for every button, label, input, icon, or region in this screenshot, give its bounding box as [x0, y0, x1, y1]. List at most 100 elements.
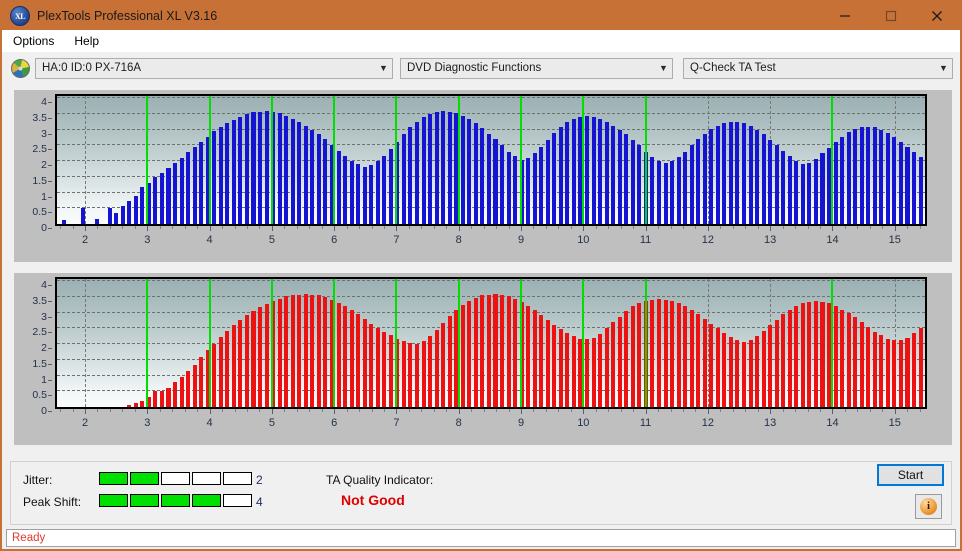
- x-axis-minor-tick: [682, 409, 684, 412]
- x-axis-tick: [770, 226, 772, 231]
- x-axis-minor-tick: [296, 226, 298, 229]
- selector-toolbar: HA:0 ID:0 PX-716A ▼ DVD Diagnostic Funct…: [2, 52, 960, 84]
- chart-bottom-x-axis: 2 3 4 5 6 7 8 9 10 11 12 13 14 15: [55, 409, 927, 439]
- x-axis-tick: [894, 226, 896, 231]
- chart-bar: [565, 333, 570, 407]
- chart-marker-line: [520, 96, 523, 224]
- minimize-icon[interactable]: [822, 2, 868, 30]
- chart-bar: [702, 319, 707, 407]
- chart-bar: [670, 300, 675, 407]
- chart-bar: [794, 305, 799, 407]
- y-axis-tick: [48, 379, 52, 381]
- x-axis-minor-tick: [658, 409, 660, 412]
- start-button[interactable]: Start: [877, 464, 944, 486]
- chart-bar: [526, 158, 531, 224]
- close-icon[interactable]: [914, 2, 960, 30]
- chart-bar: [552, 132, 557, 224]
- chart-bar: [127, 201, 132, 224]
- x-axis-minor-tick: [844, 409, 846, 412]
- chart-bar: [846, 132, 851, 224]
- x-axis-minor-tick: [359, 409, 361, 412]
- chart-bar: [408, 127, 413, 224]
- chart-bar: [179, 377, 184, 407]
- chart-bar: [800, 163, 805, 224]
- x-axis-minor-tick: [695, 409, 697, 412]
- chart-bar: [428, 114, 433, 224]
- x-axis-minor-tick: [670, 226, 672, 229]
- x-axis-minor-tick: [682, 226, 684, 229]
- x-axis-minor-tick: [259, 409, 261, 412]
- y-axis-tick: [48, 411, 52, 412]
- chart-bar: [545, 139, 550, 224]
- y-axis-tick: [48, 180, 52, 182]
- maximize-icon[interactable]: [868, 2, 914, 30]
- chart-bar: [840, 309, 845, 407]
- x-axis-minor-tick: [496, 409, 498, 412]
- chart-bar: [892, 136, 897, 224]
- info-button[interactable]: i: [915, 494, 942, 519]
- chart-bar: [689, 145, 694, 224]
- x-axis-minor-tick: [384, 409, 385, 412]
- chart-bar: [722, 333, 727, 407]
- x-axis-minor-tick: [259, 226, 261, 229]
- chart-bar: [735, 340, 740, 407]
- chart-bar: [212, 343, 217, 407]
- y-axis-tick: [48, 102, 52, 104]
- chart-bar: [297, 294, 302, 407]
- peak-shift-label: Peak Shift:: [23, 495, 82, 509]
- menu-item-help[interactable]: Help: [65, 32, 108, 50]
- chart-bar: [159, 173, 164, 224]
- chart-bar: [336, 302, 341, 407]
- y-axis-tick: [48, 133, 52, 135]
- x-axis-minor-tick: [496, 226, 498, 229]
- chart-bar: [728, 121, 733, 224]
- x-axis-minor-tick: [321, 226, 323, 229]
- chart-bar: [343, 156, 348, 224]
- x-axis-minor-tick: [446, 409, 448, 412]
- meter-segment: [161, 494, 190, 507]
- chart-bar: [846, 313, 851, 407]
- window-controls: [822, 2, 960, 30]
- x-axis-minor-tick: [745, 409, 747, 412]
- x-axis-minor-tick: [545, 226, 547, 229]
- menu-item-options[interactable]: Options: [4, 32, 63, 50]
- title-bar: XL PlexTools Professional XL V3.16: [2, 2, 960, 30]
- y-axis-label: 1: [41, 373, 47, 386]
- chart-bar: [617, 316, 622, 407]
- chart-bar: [225, 123, 230, 224]
- window-title: PlexTools Professional XL V3.16: [37, 9, 218, 23]
- chart-marker-line: [270, 96, 273, 224]
- chart-bar: [493, 293, 498, 407]
- chart-bar: [199, 357, 204, 407]
- x-axis-minor-tick: [284, 409, 286, 412]
- chart-bar: [552, 324, 557, 407]
- meter-segment: [130, 472, 159, 485]
- chart-bar: [500, 294, 505, 407]
- x-axis-minor-tick: [359, 226, 361, 229]
- x-axis-minor-tick: [882, 409, 884, 412]
- x-axis-minor-tick: [197, 226, 199, 229]
- drive-select[interactable]: HA:0 ID:0 PX-716A ▼: [35, 57, 393, 79]
- chart-bar: [388, 149, 393, 224]
- chart-bar: [408, 342, 413, 407]
- y-axis-label: 2: [41, 159, 47, 172]
- chart-bar: [244, 315, 249, 407]
- chart-marker-line: [146, 96, 149, 224]
- chart-bar: [467, 118, 472, 224]
- chart-bar: [905, 337, 910, 407]
- x-axis-minor-tick: [558, 409, 560, 412]
- chart-bar: [781, 151, 786, 224]
- function-select[interactable]: DVD Diagnostic Functions ▼: [400, 57, 673, 79]
- x-axis-minor-tick: [907, 409, 909, 412]
- chart-bar: [571, 118, 576, 224]
- y-axis-tick: [48, 165, 52, 167]
- x-axis-minor-tick: [807, 409, 809, 412]
- chart-bar: [238, 116, 243, 224]
- x-axis-minor-tick: [857, 226, 859, 229]
- x-axis-label: 12: [701, 417, 714, 429]
- y-axis-tick: [48, 395, 52, 397]
- test-select[interactable]: Q-Check TA Test ▼: [683, 57, 953, 79]
- x-axis-minor-tick: [508, 409, 510, 412]
- y-axis-label: 2: [41, 342, 47, 355]
- meter-segment: [99, 472, 128, 485]
